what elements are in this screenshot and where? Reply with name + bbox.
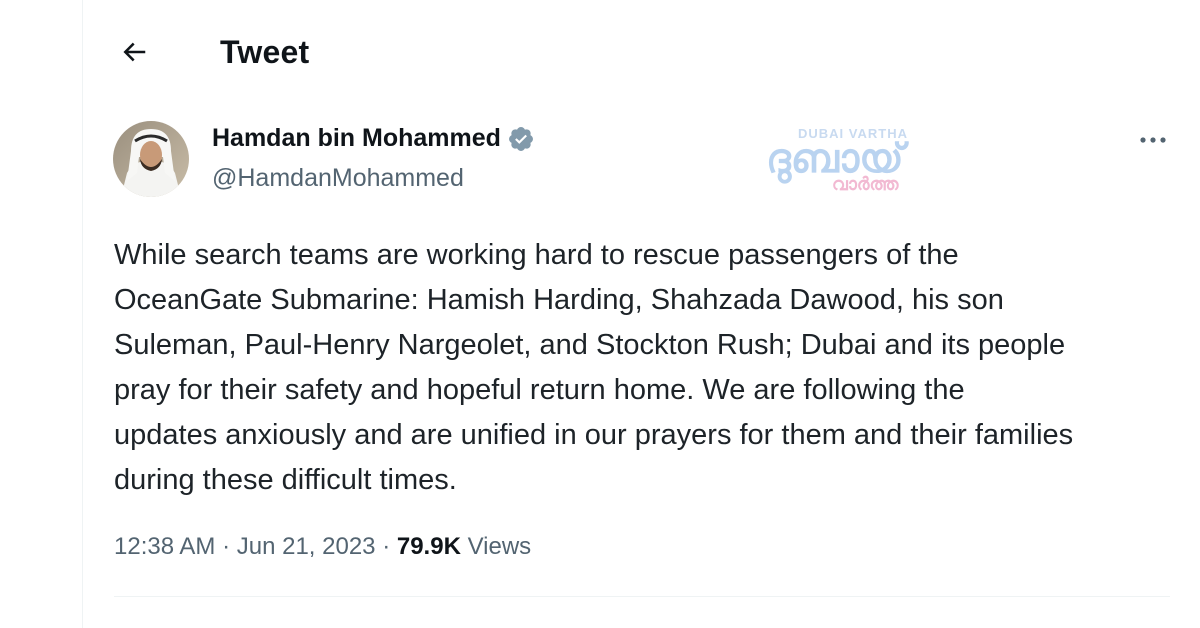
- tweet-text: While search teams are working hard to r…: [114, 239, 1074, 496]
- author-handle[interactable]: @HamdanMohammed: [212, 164, 464, 193]
- back-button[interactable]: [116, 34, 152, 70]
- page-title: Tweet: [220, 34, 310, 70]
- column-divider: [82, 0, 83, 628]
- verified-badge-icon: [508, 126, 533, 151]
- more-button[interactable]: [1136, 128, 1170, 152]
- author-name[interactable]: Hamdan bin Mohammed: [212, 124, 535, 153]
- views-label: Views: [460, 533, 532, 560]
- views-count[interactable]: 79.9K: [397, 533, 461, 560]
- tweet-time[interactable]: 12:38 AM: [114, 533, 215, 560]
- dubai-vartha-watermark-logo: DUBAI VARTHA ദുബായ് വാർത്ത: [766, 126, 909, 194]
- svg-text:വാർത്ത: വാർത്ത: [832, 174, 900, 194]
- meta-separator: ·: [215, 533, 237, 560]
- meta-separator: ·: [375, 533, 397, 560]
- arrow-left-icon: [123, 42, 146, 62]
- divider: [114, 596, 1170, 597]
- tweet-date[interactable]: Jun 21, 2023: [237, 533, 376, 560]
- profile-photo: [113, 121, 189, 197]
- author-name-text: Hamdan bin Mohammed: [212, 124, 501, 152]
- avatar[interactable]: [113, 121, 189, 197]
- tweet-meta: 12:38 AM · Jun 21, 2023 · 79.9K Views: [114, 533, 531, 561]
- more-horizontal-icon: [1140, 137, 1166, 143]
